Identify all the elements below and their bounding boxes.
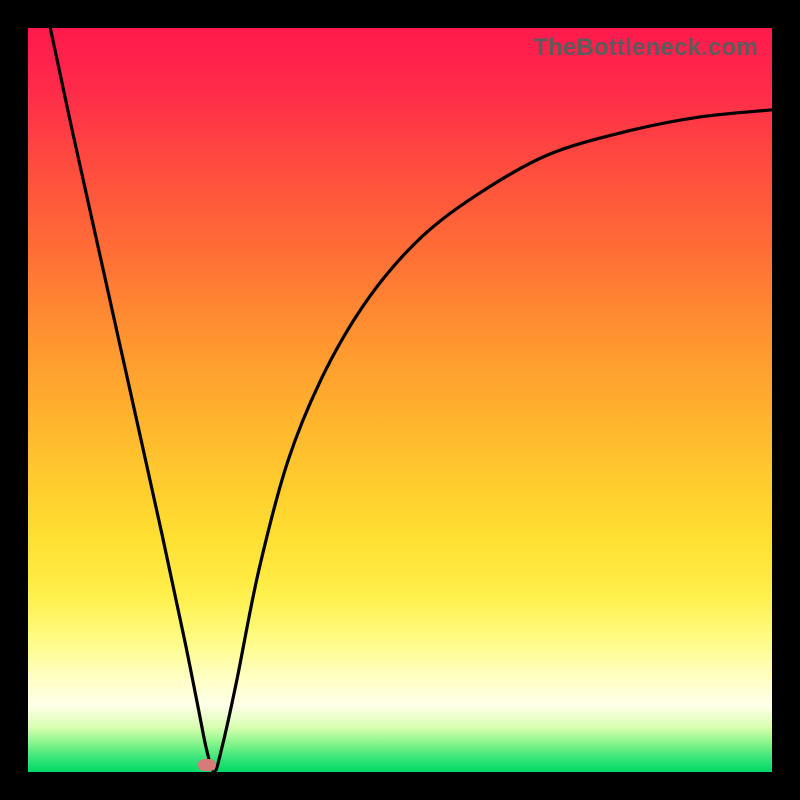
plot-area: TheBottleneck.com bbox=[28, 28, 772, 772]
bottleneck-curve bbox=[28, 28, 772, 772]
chart-frame: TheBottleneck.com bbox=[0, 0, 800, 800]
optimal-point-marker bbox=[198, 759, 216, 771]
